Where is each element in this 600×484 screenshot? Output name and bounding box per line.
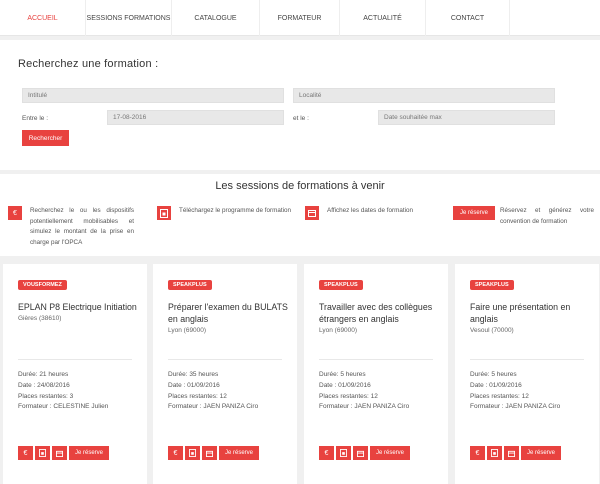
card-date: Date : 01/09/2016 (470, 381, 522, 389)
download-file-icon[interactable] (336, 446, 351, 460)
provider-badge: SPEAKPLUS (168, 280, 212, 290)
card-duree: Durée: 35 heures (168, 371, 219, 378)
search-button[interactable]: Rechercher (22, 130, 69, 146)
nav-item-actualite[interactable]: Actualité (340, 0, 426, 36)
reserve-button[interactable]: Je réserve (69, 446, 109, 460)
entre-label: Entre le : (22, 115, 49, 122)
nav-item-accueil[interactable]: Accueil (0, 0, 86, 36)
download-file-icon[interactable] (487, 446, 502, 460)
session-card: SPEAKPLUS Faire une présentation en angl… (455, 264, 599, 484)
feature-opca-text: Recherchez le ou les dispositifs potenti… (30, 207, 134, 246)
card-actions: € Je réserve (319, 446, 410, 460)
download-file-icon[interactable] (35, 446, 50, 460)
top-nav: Accueil Sessions formations Catalogue Fo… (0, 0, 600, 36)
euro-icon[interactable]: € (319, 446, 334, 460)
card-info: Durée: 21 heures Date : 24/08/2016 Place… (18, 370, 108, 413)
card-info: Durée: 5 heures Date : 01/09/2016 Places… (319, 370, 409, 413)
card-actions: € Je réserve (18, 446, 109, 460)
divider (18, 359, 132, 360)
card-title[interactable]: Travailler avec des collègues étrangers … (319, 301, 439, 325)
calendar-icon[interactable] (52, 446, 67, 460)
calendar-icon[interactable] (504, 446, 519, 460)
search-title: Recherchez une formation : (18, 58, 159, 70)
intitule-input[interactable]: Intitulé (22, 88, 284, 103)
provider-badge: SPEAKPLUS (319, 280, 363, 290)
card-actions: € Je réserve (168, 446, 259, 460)
card-places: Places restantes: 3 (18, 392, 74, 400)
session-card: VOUSFORMEZ EPLAN P8 Electrique Initiatio… (3, 264, 147, 484)
card-formateur: Formateur : JAEN PANIZA Ciro (168, 403, 259, 411)
card-location: Lyon (69000) (168, 327, 207, 334)
session-card: SPEAKPLUS Préparer l'examen du BULATS en… (153, 264, 297, 484)
feature-reserve-text: Réservez et générez votre convention de … (500, 207, 594, 225)
nav-item-catalogue[interactable]: Catalogue (172, 0, 260, 36)
card-location: Lyon (69000) (319, 327, 358, 334)
sessions-info: Les sessions de formations à venir € Rec… (0, 174, 600, 256)
reserve-button[interactable]: Je réserve (453, 206, 495, 220)
card-places: Places restantes: 12 (168, 392, 227, 400)
card-date: Date : 01/09/2016 (168, 381, 220, 389)
card-places: Places restantes: 12 (470, 392, 529, 400)
card-places: Places restantes: 12 (319, 392, 378, 400)
card-formateur: Formateur : CELESTINE Julien (18, 403, 109, 411)
feature-programme-text: Téléchargez le programme de formation (179, 207, 291, 214)
provider-badge: SPEAKPLUS (470, 280, 514, 290)
card-date: Date : 24/08/2016 (18, 381, 70, 389)
nav-item-sessions[interactable]: Sessions formations (86, 0, 172, 36)
divider (470, 359, 584, 360)
euro-icon[interactable]: € (470, 446, 485, 460)
session-card: SPEAKPLUS Travailler avec des collègues … (304, 264, 448, 484)
card-info: Durée: 5 heures Date : 01/09/2016 Places… (470, 370, 560, 413)
card-info: Durée: 35 heures Date : 01/09/2016 Place… (168, 370, 258, 413)
card-duree: Durée: 21 heures (18, 371, 69, 378)
card-title[interactable]: Faire une présentation en anglais (470, 301, 590, 325)
nav-item-formateur[interactable]: Formateur (260, 0, 340, 36)
euro-icon[interactable]: € (18, 446, 33, 460)
card-location: Gières (38610) (18, 315, 62, 322)
card-title[interactable]: EPLAN P8 Electrique Initiation (18, 301, 138, 313)
localite-input[interactable]: Localité (293, 88, 555, 103)
card-duree: Durée: 5 heures (470, 371, 517, 378)
euro-icon[interactable]: € (168, 446, 183, 460)
card-date: Date : 01/09/2016 (319, 381, 371, 389)
search-panel: Recherchez une formation : Intitulé Loca… (0, 40, 600, 170)
divider (319, 359, 433, 360)
card-formateur: Formateur : JAEN PANIZA Ciro (470, 403, 561, 411)
feature-dates-text: Affichez les dates de formation (327, 207, 413, 214)
calendar-icon[interactable] (353, 446, 368, 460)
card-duree: Durée: 5 heures (319, 371, 366, 378)
calendar-icon[interactable] (202, 446, 217, 460)
card-location: Vesoul (70000) (470, 327, 514, 334)
reserve-button[interactable]: Je réserve (370, 446, 410, 460)
nav-item-contact[interactable]: Contact (426, 0, 510, 36)
euro-icon[interactable]: € (8, 206, 22, 220)
sessions-title: Les sessions de formations à venir (215, 180, 385, 192)
calendar-icon[interactable] (305, 206, 319, 220)
date-start-input[interactable]: 17-08-2016 (107, 110, 284, 125)
card-title[interactable]: Préparer l'examen du BULATS en anglais (168, 301, 288, 325)
et-label: et le : (293, 115, 309, 122)
reserve-button[interactable]: Je réserve (521, 446, 561, 460)
date-max-input[interactable]: Date souhaitée max (378, 110, 555, 125)
reserve-button[interactable]: Je réserve (219, 446, 259, 460)
card-formateur: Formateur : JAEN PANIZA Ciro (319, 403, 410, 411)
card-actions: € Je réserve (470, 446, 561, 460)
divider (168, 359, 282, 360)
provider-badge: VOUSFORMEZ (18, 280, 67, 290)
download-file-icon[interactable] (185, 446, 200, 460)
download-file-icon[interactable] (157, 206, 171, 220)
